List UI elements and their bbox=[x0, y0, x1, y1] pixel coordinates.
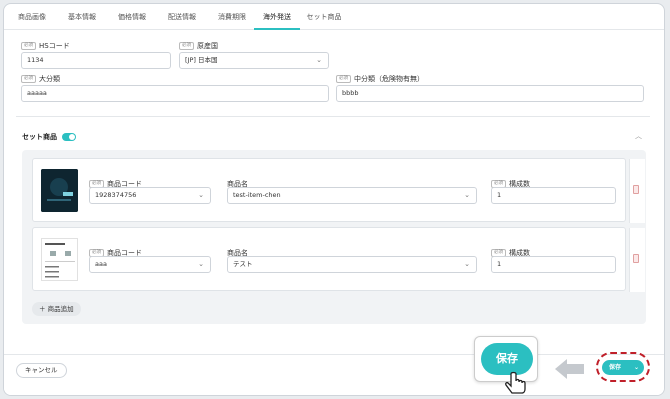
trash-icon[interactable] bbox=[633, 185, 639, 194]
arrow-shaft bbox=[566, 364, 584, 374]
product-name-select[interactable]: テスト ⌄ bbox=[227, 256, 477, 273]
origin-select[interactable]: [JP] 日本国 ⌄ bbox=[179, 52, 329, 69]
product-code-select[interactable]: 1928374756 ⌄ bbox=[89, 187, 211, 204]
major-category-label-text: 大分類 bbox=[39, 75, 60, 83]
cancel-button[interactable]: キャンセル bbox=[16, 363, 67, 378]
required-badge: 必須 bbox=[336, 75, 351, 83]
set-item-row: 必須 商品コード 1928374756 ⌄ 商品名 test-item-chen… bbox=[32, 158, 645, 223]
product-code-value: 1928374756 bbox=[95, 191, 137, 199]
product-name-value: test-item-chen bbox=[233, 191, 281, 199]
required-badge: 必須 bbox=[21, 42, 36, 50]
origin-value: [JP] 日本国 bbox=[185, 56, 218, 64]
chevron-down-icon: ⌄ bbox=[464, 191, 470, 199]
save-button-label: 保存 bbox=[609, 364, 622, 371]
set-item-row: 必須 商品コード aaa ⌄ 商品名 テスト ⌄ 必須 構成数 1 bbox=[32, 227, 645, 292]
hs-code-label: 必須 HSコード bbox=[21, 41, 70, 51]
trash-icon[interactable] bbox=[633, 254, 639, 263]
set-items-panel: 必須 商品コード 1928374756 ⌄ 商品名 test-item-chen… bbox=[22, 150, 646, 324]
tab-shipping-info[interactable]: 配送情報 bbox=[162, 4, 202, 30]
required-badge: 必須 bbox=[21, 75, 36, 83]
origin-label-text: 原産国 bbox=[197, 42, 218, 50]
set-toggle[interactable] bbox=[62, 133, 76, 141]
tab-bar: 商品画像 基本情報 価格情報 配送情報 消費期限 海外発送 セット商品 bbox=[4, 4, 664, 30]
product-code-select[interactable]: aaa ⌄ bbox=[89, 256, 211, 273]
set-section-header: セット商品 bbox=[22, 132, 76, 142]
chevron-down-icon: ⌄ bbox=[198, 260, 204, 268]
product-thumbnail bbox=[41, 238, 78, 281]
hs-code-label-text: HSコード bbox=[39, 42, 70, 50]
tab-set-products[interactable]: セット商品 bbox=[302, 4, 346, 30]
product-thumbnail bbox=[41, 169, 78, 212]
chevron-up-icon[interactable]: ︿ bbox=[635, 131, 642, 141]
chevron-down-icon[interactable]: ⌄ bbox=[634, 360, 639, 375]
chevron-down-icon: ⌄ bbox=[316, 56, 322, 64]
tab-expiry[interactable]: 消費期限 bbox=[212, 4, 252, 30]
tab-basic-info[interactable]: 基本情報 bbox=[62, 4, 102, 30]
quantity-input[interactable]: 1 bbox=[491, 256, 616, 273]
divider bbox=[16, 116, 650, 117]
product-name-value: テスト bbox=[233, 260, 253, 268]
middle-category-label-text: 中分類（危険物有無） bbox=[354, 75, 424, 83]
add-item-button[interactable]: ＋ 商品追加 bbox=[32, 302, 81, 316]
required-badge: 必須 bbox=[179, 42, 194, 50]
quantity-input[interactable]: 1 bbox=[491, 187, 616, 204]
hs-code-input[interactable]: 1134 bbox=[21, 52, 171, 69]
chevron-down-icon: ⌄ bbox=[464, 260, 470, 268]
pointer-hand-icon bbox=[505, 371, 526, 394]
set-section-title: セット商品 bbox=[22, 133, 57, 141]
chevron-down-icon: ⌄ bbox=[198, 191, 204, 199]
save-button[interactable]: 保存 ⌄ bbox=[602, 360, 644, 375]
app-window: 商品画像 基本情報 価格情報 配送情報 消費期限 海外発送 セット商品 必須 H… bbox=[3, 3, 665, 396]
tab-product-images[interactable]: 商品画像 bbox=[12, 4, 52, 30]
major-category-label: 必須 大分類 bbox=[21, 74, 60, 84]
product-name-select[interactable]: test-item-chen ⌄ bbox=[227, 187, 477, 204]
product-code-value: aaa bbox=[95, 260, 107, 268]
major-category-input[interactable]: aaaaa bbox=[21, 85, 329, 102]
origin-label: 必須 原産国 bbox=[179, 41, 218, 51]
middle-category-input[interactable]: bbbb bbox=[336, 85, 644, 102]
tab-overseas-shipping[interactable]: 海外発送 bbox=[254, 4, 300, 30]
middle-category-label: 必須 中分類（危険物有無） bbox=[336, 74, 424, 84]
tab-price-info[interactable]: 価格情報 bbox=[112, 4, 152, 30]
